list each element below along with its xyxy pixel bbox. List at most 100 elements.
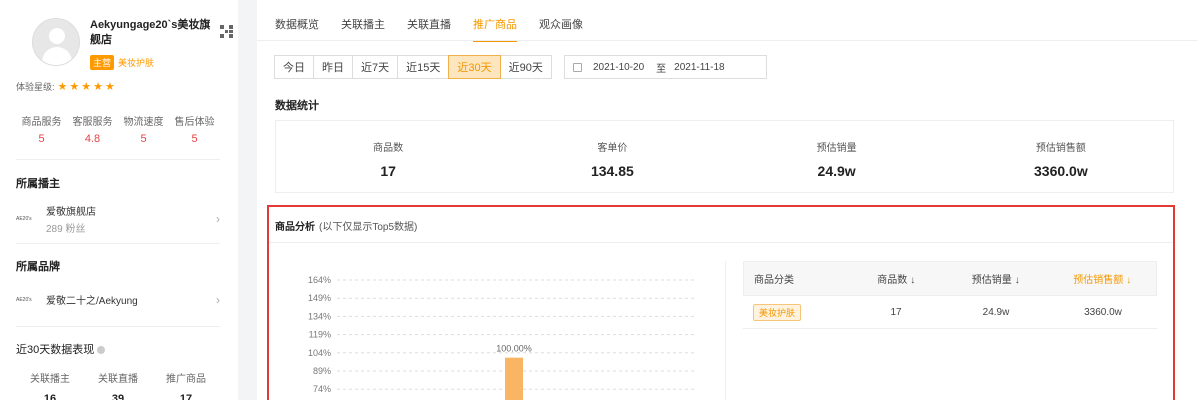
performance-value: 17 [179, 393, 193, 400]
col-header-sales-text: 预估销量 [971, 275, 1012, 286]
anchor-list-item[interactable]: AE20's 爱敬旗舰店 289 粉丝 › [16, 203, 220, 235]
tab-promoted-products[interactable]: 推广商品 [473, 16, 517, 42]
revenue-cell: 3360.0w [1084, 306, 1122, 318]
y-tick-label: 149% [308, 293, 331, 303]
performance-item: 推广商品 17 [152, 370, 220, 400]
service-score-item: 售后体验 5 [169, 113, 220, 145]
sort-down-icon[interactable]: ↓ [910, 275, 915, 286]
product-analysis-panel: 商品分析 (以下仅显示Top5数据) 164% 149% 134% 119% 104% 89… [267, 205, 1175, 400]
chart-bar[interactable] [505, 357, 523, 400]
service-score-item: 商品服务 5 [16, 113, 67, 145]
avatar-body-shape [42, 47, 72, 65]
date-range-separator: 至 [656, 63, 667, 75]
rating-label: 体验星级: [16, 82, 55, 92]
col-header-revenue[interactable]: 预估销售额 ↓ [1049, 271, 1156, 286]
sort-down-icon[interactable]: ↓ [1015, 275, 1020, 286]
performance-title-text: 近30天数据表现 [16, 344, 95, 356]
brand-logo: AE20's [16, 296, 32, 303]
performance-label: 推广商品 [166, 374, 206, 385]
shop-avatar[interactable] [32, 18, 80, 66]
stat-label: 商品数 [373, 143, 404, 154]
table-header: 商品分类 商品数 ↓ 预估销量 ↓ 预估销售额 ↓ [743, 261, 1157, 296]
col-header-category: 商品分类 [754, 275, 794, 286]
date-today-button[interactable]: 今日 [274, 55, 314, 79]
date-30days-button[interactable]: 近30天 [448, 55, 501, 79]
date-7days-button[interactable]: 近7天 [352, 55, 399, 79]
col-header-count-text: 商品数 [877, 275, 908, 286]
brand-list-item[interactable]: AE20's 爱敬二十之/Aekyung › [16, 292, 220, 308]
y-tick-label: 74% [313, 384, 331, 394]
experience-rating: 体验星级: ★★★★★ [16, 80, 117, 93]
performance-label: 关联播主 [30, 374, 70, 385]
y-tick-label: 89% [313, 366, 331, 376]
service-score-item: 物流速度 5 [118, 113, 169, 145]
date-90days-button[interactable]: 近90天 [499, 55, 552, 79]
stat-value: 17 [380, 163, 396, 179]
table-row: 美妆护肤 17 24.9w 3360.0w [743, 296, 1157, 329]
tab-overview[interactable]: 数据概览 [275, 16, 319, 42]
service-score-label: 商品服务 [21, 117, 62, 128]
stat-label: 预估销量 [816, 143, 857, 154]
stat-value: 24.9w [817, 163, 856, 179]
qr-code-icon[interactable] [220, 25, 233, 38]
service-score-value: 4.8 [84, 133, 101, 145]
tab-audience-profile[interactable]: 观众画像 [539, 16, 583, 42]
service-score-item: 客服服务 4.8 [67, 113, 118, 145]
main-business-tag: 主营 [90, 55, 115, 70]
performance-value: 39 [111, 393, 125, 400]
anchor-fans: 289 粉丝 [46, 224, 86, 235]
performance-item: 关联播主 16 [16, 370, 84, 400]
chart-table-divider [725, 261, 726, 400]
date-range-end: 2021-11-18 [674, 61, 725, 73]
service-score-value: 5 [191, 133, 198, 145]
section-divider [16, 326, 220, 327]
stat-label: 预估销售额 [1035, 143, 1086, 154]
col-header-count[interactable]: 商品数 ↓ [850, 271, 944, 286]
stat-value: 134.85 [590, 163, 634, 179]
sales-cell: 24.9w [982, 306, 1010, 318]
service-score-label: 物流速度 [123, 117, 164, 128]
info-icon[interactable] [97, 346, 106, 355]
date-range-picker[interactable]: 2021-10-20 至 2021-11-18 [564, 55, 767, 79]
col-header-sales[interactable]: 预估销量 ↓ [943, 271, 1048, 286]
performance-value: 16 [43, 393, 57, 400]
date-yesterday-button[interactable]: 昨日 [313, 55, 353, 79]
service-score-label: 售后体验 [174, 117, 215, 128]
stat-item: 商品数 17 [276, 121, 500, 192]
performance-item: 关联直播 39 [84, 370, 152, 400]
stat-item: 预估销量 24.9w [725, 121, 949, 192]
date-filter-group: 今日 昨日 近7天 近15天 近30天 近90天 [274, 55, 552, 79]
bar-data-label: 100.00% [496, 344, 532, 354]
service-score-label: 客服服务 [72, 117, 113, 128]
anchor-logo: AE20's [16, 216, 32, 222]
service-scores: 商品服务 5 客服服务 4.8 物流速度 5 售后体验 5 [16, 113, 220, 160]
service-score-value: 5 [38, 133, 45, 145]
shop-tags: 主营 美妆护肤 [90, 55, 156, 70]
section-divider [16, 243, 220, 244]
calendar-icon [573, 62, 582, 72]
stats-box: 商品数 17 客单价 134.85 预估销量 24.9w 预估销售额 3360.… [275, 120, 1174, 193]
anchor-section-title: 所属播主 [16, 178, 60, 190]
performance-label: 关联直播 [98, 374, 138, 385]
tab-underline-divider [257, 40, 1197, 41]
analysis-title-text: 商品分析 [275, 222, 315, 233]
category-tag: 美妆护肤 [118, 58, 155, 68]
shop-header: Aekyungage20`s美妆旗舰店 主营 美妆护肤 [16, 0, 233, 76]
tab-related-anchors[interactable]: 关联播主 [341, 16, 385, 42]
y-tick-label: 164% [308, 275, 331, 285]
date-15days-button[interactable]: 近15天 [397, 55, 450, 79]
chevron-right-icon: › [216, 212, 220, 226]
category-cell-tag: 美妆护肤 [753, 303, 802, 321]
stat-value: 3360.0w [1034, 163, 1088, 179]
brand-name: 爱敬二十之/Aekyung [46, 296, 138, 307]
sort-down-icon[interactable]: ↓ [1126, 275, 1131, 286]
avatar-head-shape [49, 28, 65, 44]
tab-bar: 数据概览 关联播主 关联直播 推广商品 观众画像 [275, 16, 583, 42]
brand-section-title: 所属品牌 [16, 261, 60, 273]
date-range-start: 2021-10-20 [593, 61, 645, 73]
category-table: 商品分类 商品数 ↓ 预估销量 ↓ 预估销售额 ↓ 美妆护肤 17 24.9w 336… [743, 261, 1157, 329]
tab-related-lives[interactable]: 关联直播 [407, 16, 451, 42]
analysis-header-divider [269, 242, 1173, 243]
chevron-right-icon: › [216, 292, 220, 307]
y-tick-label: 134% [308, 311, 331, 321]
